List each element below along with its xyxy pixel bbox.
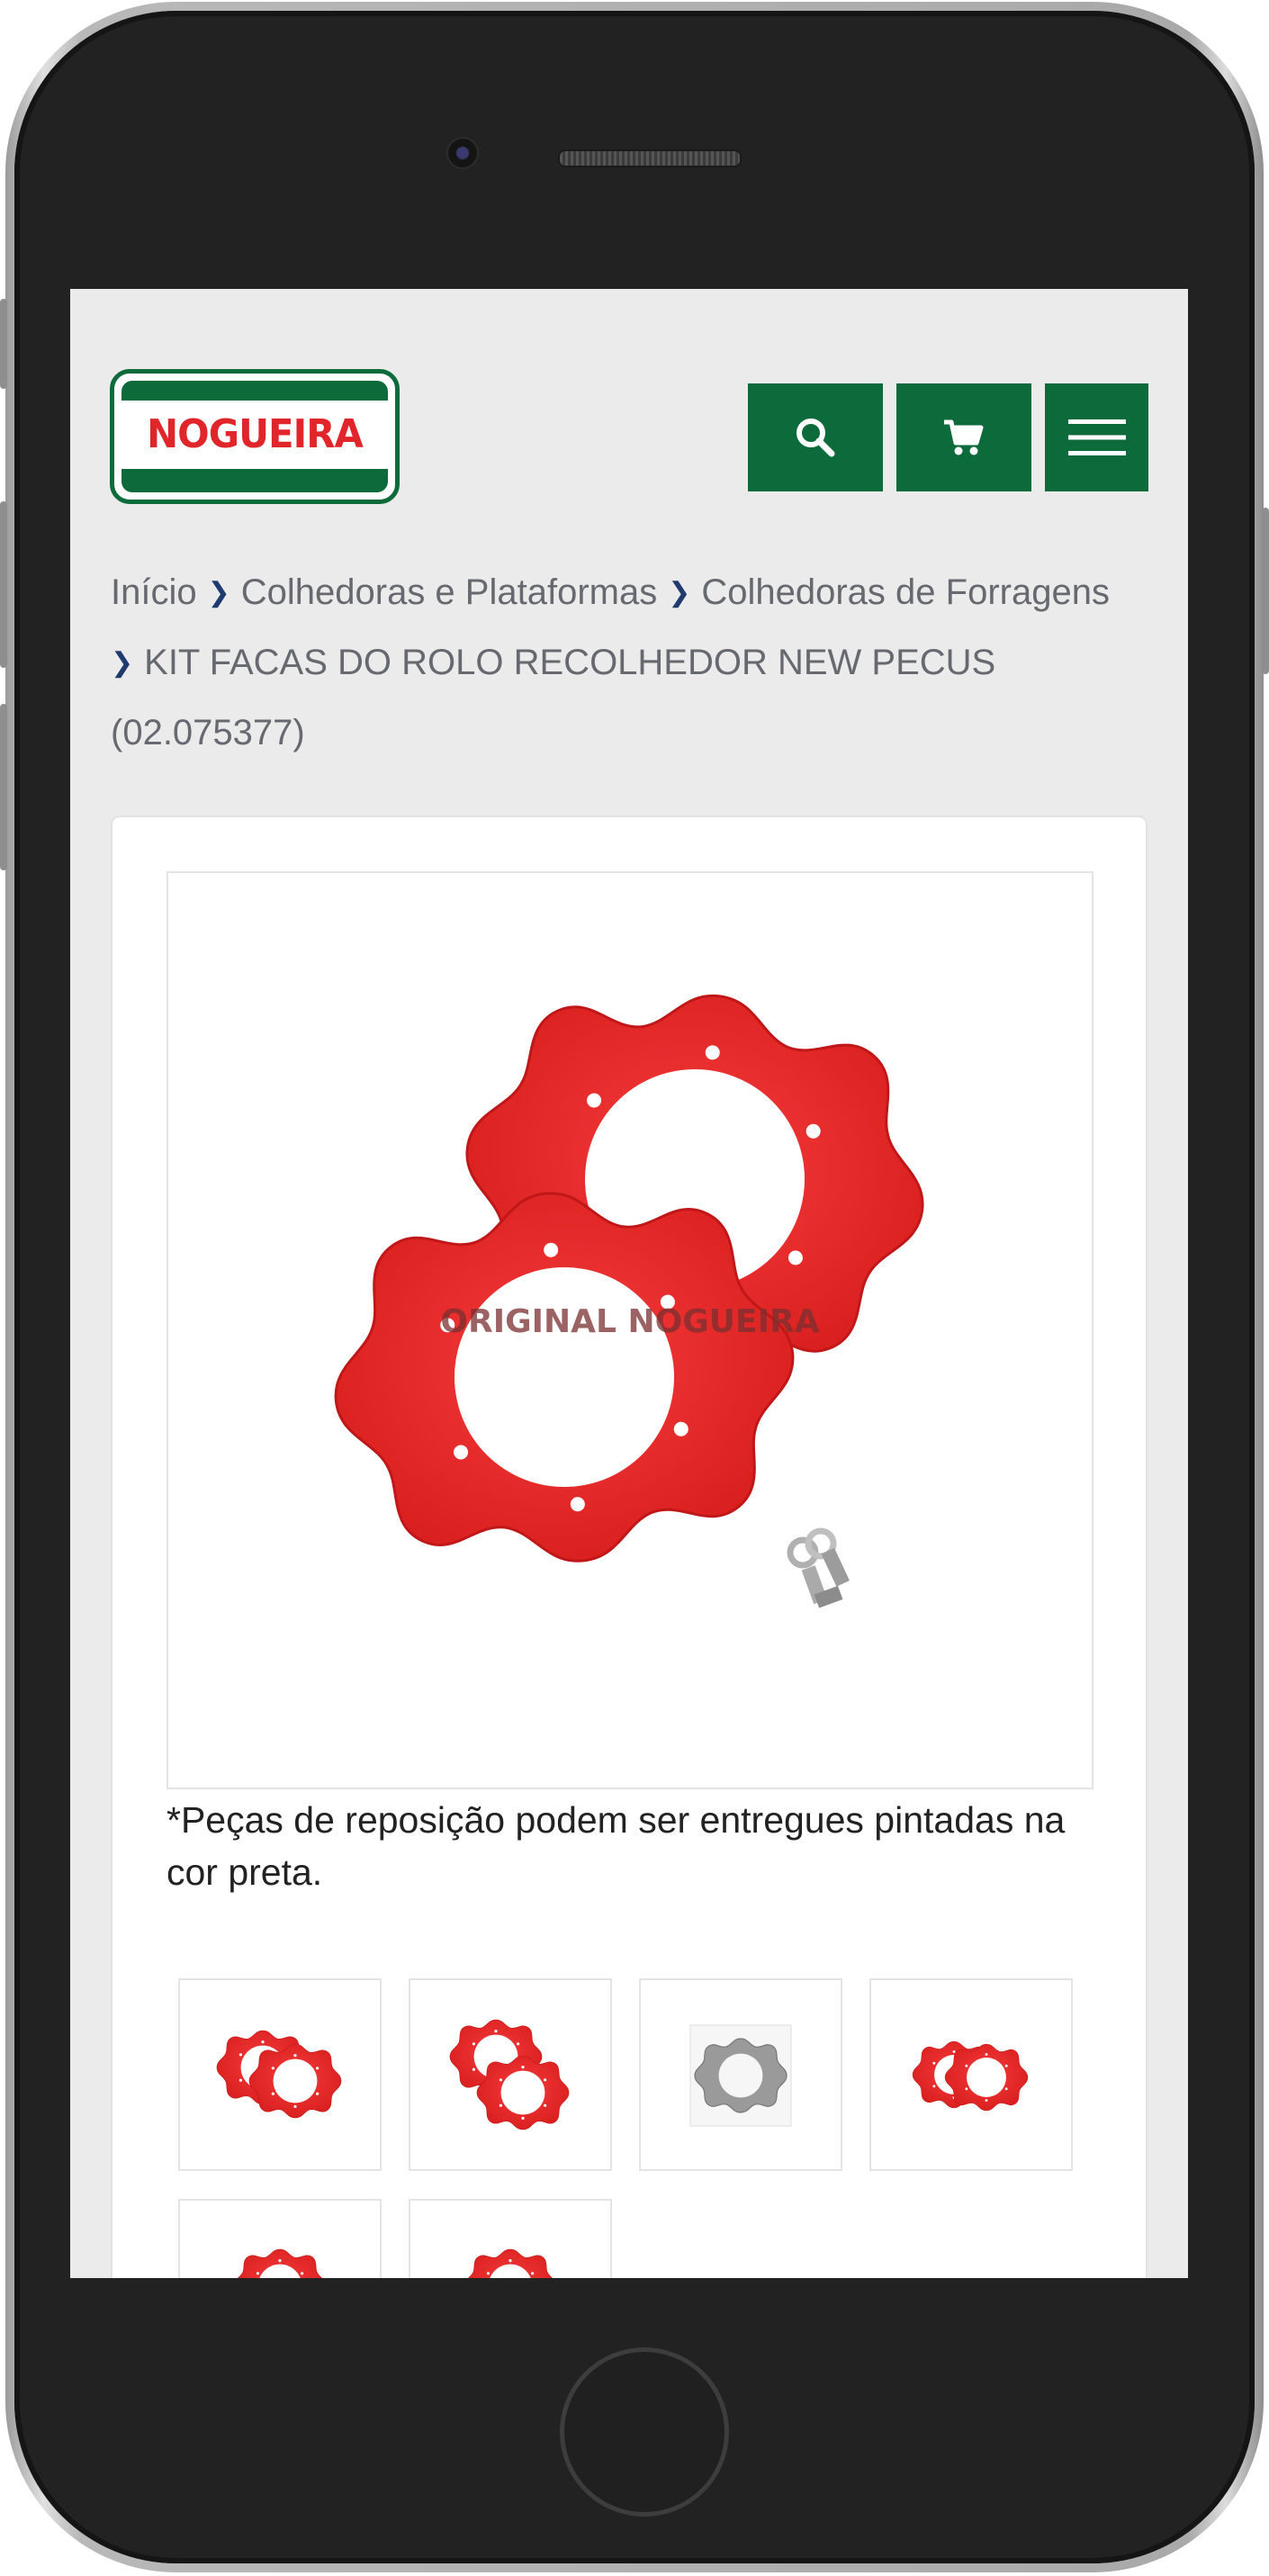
product-main-image[interactable]: ORIGINAL NOGUEIRA [166,871,1094,1789]
thumbnail-3[interactable] [639,1978,842,2171]
breadcrumb: Início ❯ Colhedoras e Plataformas ❯ Colhedor… [111,559,1164,766]
thumbnail-6[interactable] [409,2199,612,2278]
paint-disclaimer-note: *Peças de reposição podem ser entregues … [166,1799,1066,1893]
breadcrumb-link-colhedoras-forragens[interactable]: Colhedoras de Forragens [701,572,1110,612]
earpiece-speaker [558,149,742,167]
search-icon [796,419,835,457]
logo-stripe-top [122,381,388,401]
chevron-right-icon: ❯ [111,648,134,678]
hamburger-menu-icon [1067,419,1126,455]
product-card: ORIGINAL NOGUEIRA *Peças de reposição po… [111,815,1148,2278]
volume-down-button [0,704,7,870]
logo-text: NOGUEIRA [147,411,364,457]
thumbnail-5[interactable] [178,2199,382,2278]
front-camera [446,137,479,169]
site-logo[interactable]: NOGUEIRA [110,369,400,504]
chevron-right-icon: ❯ [207,578,230,608]
breadcrumb-current-product: KIT FACAS DO ROLO RECOLHEDOR NEW PECUS (… [111,643,996,752]
cart-icon [944,419,984,455]
menu-button[interactable] [1045,383,1148,491]
watermark-text: ORIGINAL NOGUEIRA [440,1303,819,1340]
thumbnail-1[interactable] [178,1978,382,2171]
thumbnail-2[interactable] [409,1978,612,2171]
breadcrumb-link-colhedoras-plataformas[interactable]: Colhedoras e Plataformas [241,572,657,612]
home-button[interactable] [560,2347,729,2517]
screen: NOGUEIRA Início ❯ Colhedoras e Plataformas… [70,289,1188,2278]
mute-switch [0,299,7,389]
product-photo: ORIGINAL NOGUEIRA [315,963,950,1608]
logo-stripe-bottom [122,469,388,492]
breadcrumb-link-home[interactable]: Início [111,572,197,612]
cart-button[interactable] [896,383,1031,491]
power-button [1262,508,1269,674]
volume-up-button [0,501,7,668]
chevron-right-icon: ❯ [668,578,691,608]
bolts-image [787,1527,850,1608]
search-button[interactable] [748,383,883,491]
thumbnail-4[interactable] [869,1978,1073,2171]
